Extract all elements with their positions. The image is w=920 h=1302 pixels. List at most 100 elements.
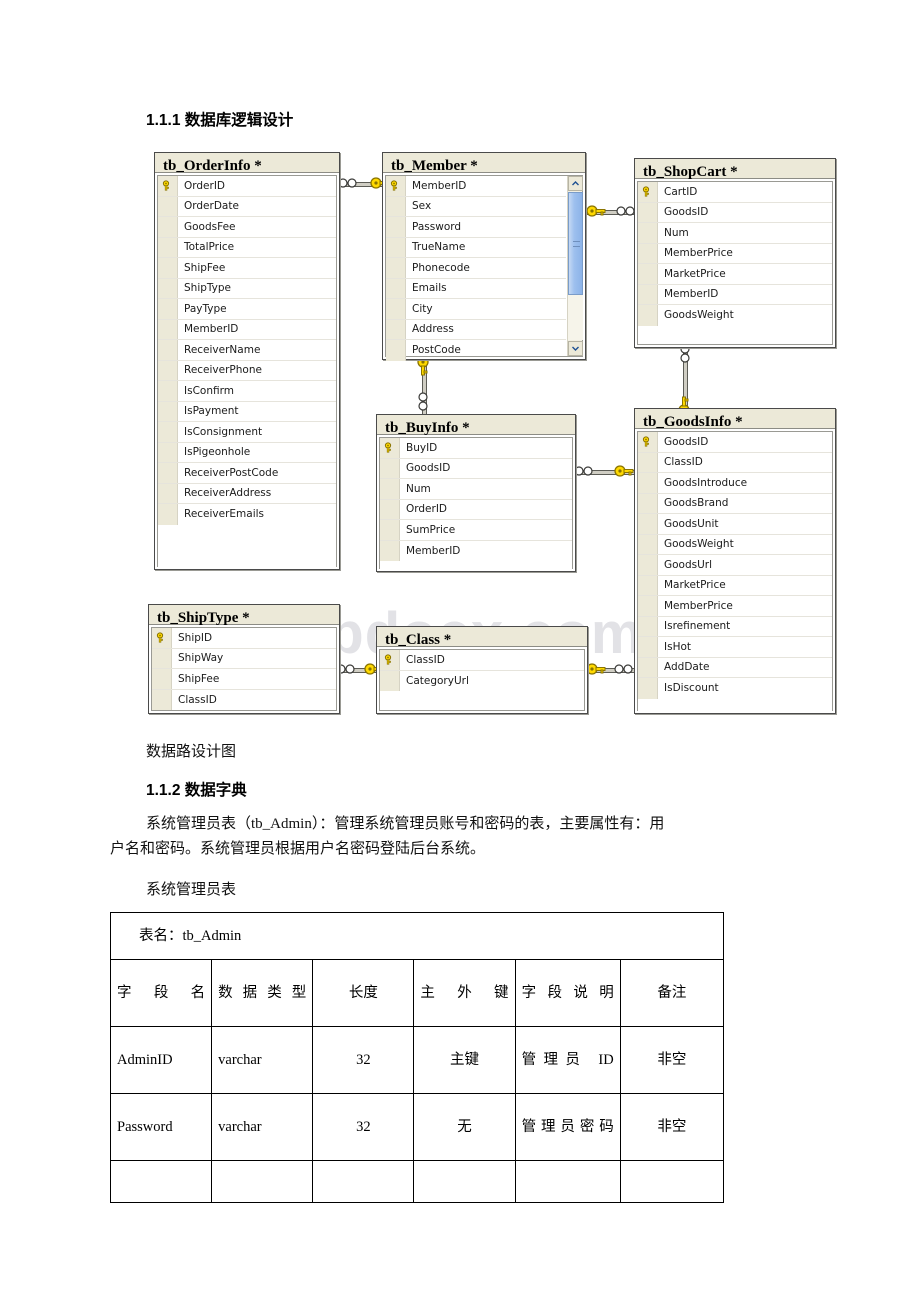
er-field-row[interactable]: ShipWay	[152, 648, 336, 669]
er-table-tb_Member[interactable]: tb_Member * MemberID Sex Password TrueNa…	[382, 152, 586, 361]
cardinality-many-buyinfo-goodsinfo	[574, 464, 596, 483]
er-field-row[interactable]: OrderDate	[158, 196, 336, 217]
er-field-row[interactable]: SumPrice	[380, 520, 572, 541]
er-field-row[interactable]: GoodsFee	[158, 217, 336, 238]
column-header-data-type: 数据类型	[211, 959, 314, 1027]
er-field-row[interactable]: GoodsWeight	[638, 305, 832, 326]
er-field-row[interactable]: GoodsBrand	[638, 493, 832, 514]
er-field-row[interactable]: MemberID	[380, 540, 572, 561]
er-field-row[interactable]: GoodsID	[638, 432, 832, 453]
er-field-row[interactable]: ReceiverAddress	[158, 483, 336, 504]
er-field-row[interactable]: ClassID	[380, 650, 584, 671]
pk-cell	[158, 504, 178, 525]
er-field-row[interactable]: OrderID	[158, 176, 336, 197]
er-table-tb_OrderInfo[interactable]: tb_OrderInfo * OrderID OrderDate GoodsFe…	[154, 152, 340, 570]
er-field-row[interactable]: MarketPrice	[638, 575, 832, 596]
er-field-row[interactable]: Address	[386, 319, 566, 340]
er-field-row[interactable]: ShipType	[158, 278, 336, 299]
primary-key-icon	[642, 186, 650, 197]
er-field-row[interactable]: GoodsID	[380, 458, 572, 479]
cell-remark: 非空	[619, 1093, 725, 1161]
er-field-row[interactable]: OrderID	[380, 499, 572, 520]
primary-key-icon	[156, 632, 164, 643]
cell-field-name	[109, 1160, 213, 1203]
er-field-row[interactable]: MemberPrice	[638, 243, 832, 264]
primary-key-icon	[384, 654, 392, 665]
er-table-title: tb_OrderInfo *	[155, 153, 339, 174]
er-table-tb_ShipType[interactable]: tb_ShipType * ShipID ShipWay ShipFee Cla…	[148, 604, 340, 714]
er-field-row[interactable]: ShipFee	[152, 669, 336, 690]
er-field-row[interactable]: GoodsUnit	[638, 514, 832, 535]
er-field-row[interactable]: Password	[386, 217, 566, 238]
er-field-row[interactable]: ClassID	[152, 689, 336, 710]
er-field-name: OrderID	[406, 503, 448, 516]
er-field-name: MemberPrice	[664, 247, 733, 260]
er-field-row[interactable]: BuyID	[380, 438, 572, 459]
er-table-tb_GoodsInfo[interactable]: tb_GoodsInfo * GoodsID ClassID GoodsIntr…	[634, 408, 836, 714]
er-field-row[interactable]: Phonecode	[386, 258, 566, 279]
cell-key: 主键	[413, 1026, 516, 1094]
er-field-row[interactable]: ClassID	[638, 452, 832, 473]
er-field-row[interactable]: IsPigeonhole	[158, 442, 336, 463]
pk-cell	[638, 534, 658, 554]
er-field-name: ReceiverEmails	[184, 508, 265, 521]
er-field-row[interactable]: MemberID	[638, 284, 832, 305]
er-field-row[interactable]: IsConfirm	[158, 381, 336, 402]
er-field-name: MemberPrice	[664, 599, 733, 612]
er-field-row[interactable]: MarketPrice	[638, 264, 832, 285]
pk-cell	[638, 596, 658, 616]
er-field-row[interactable]: Emails	[386, 278, 566, 299]
pk-cell	[638, 432, 658, 452]
er-field-row[interactable]: CategoryUrl	[380, 670, 584, 691]
er-field-row[interactable]: ShipID	[152, 628, 336, 649]
er-field-row[interactable]: PostCode	[386, 340, 566, 361]
er-field-row[interactable]: MemberID	[386, 176, 566, 197]
scroll-down-button[interactable]	[568, 341, 583, 356]
er-field-row[interactable]: Num	[380, 479, 572, 500]
vertical-scrollbar[interactable]	[567, 176, 583, 356]
er-field-row[interactable]: IsHot	[638, 637, 832, 658]
er-field-row[interactable]: IsPayment	[158, 401, 336, 422]
er-field-row[interactable]: ReceiverPhone	[158, 360, 336, 381]
pk-cell	[386, 340, 406, 361]
er-table-tb_BuyInfo[interactable]: tb_BuyInfo * BuyID GoodsID Num OrderID S…	[376, 414, 576, 572]
er-field-row[interactable]: Sex	[386, 196, 566, 217]
er-field-row[interactable]: MemberPrice	[638, 596, 832, 617]
er-field-row[interactable]: MemberID	[158, 319, 336, 340]
scrollbar-thumb[interactable]	[568, 192, 583, 295]
er-field-row[interactable]: CartID	[638, 182, 832, 203]
er-field-row[interactable]: ReceiverPostCode	[158, 463, 336, 484]
er-field-row[interactable]: PayType	[158, 299, 336, 320]
pk-cell	[158, 463, 178, 483]
er-field-row[interactable]: TotalPrice	[158, 237, 336, 258]
er-field-row[interactable]: GoodsWeight	[638, 534, 832, 555]
er-field-name: GoodsID	[664, 206, 709, 219]
pk-cell	[158, 319, 178, 339]
er-field-name: MemberID	[184, 323, 239, 336]
er-field-row[interactable]: IsConsignment	[158, 422, 336, 443]
er-field-row[interactable]: GoodsIntroduce	[638, 473, 832, 494]
er-table-filler	[380, 691, 584, 709]
cardinality-one-key-goodsinfo	[614, 463, 634, 484]
er-field-row[interactable]: GoodsUrl	[638, 555, 832, 576]
er-field-row[interactable]: AddDate	[638, 657, 832, 678]
scrollbar-track[interactable]	[568, 295, 583, 340]
er-field-row[interactable]: IsDiscount	[638, 678, 832, 699]
er-table-filler	[638, 325, 832, 344]
er-field-row[interactable]: GoodsID	[638, 202, 832, 223]
er-table-tb_Class[interactable]: tb_Class * ClassID CategoryUrl	[376, 626, 588, 714]
er-field-row[interactable]: TrueName	[386, 237, 566, 258]
er-field-row[interactable]: City	[386, 299, 566, 320]
er-field-row[interactable]: ShipFee	[158, 258, 336, 279]
er-field-row[interactable]: Isrefinement	[638, 616, 832, 637]
column-header-remark: 备注	[619, 959, 725, 1027]
scroll-up-button[interactable]	[568, 176, 583, 191]
er-table-tb_ShopCart[interactable]: tb_ShopCart * CartID GoodsID Num MemberP…	[634, 158, 836, 348]
er-field-row[interactable]: ReceiverEmails	[158, 504, 336, 525]
er-field-row[interactable]: ReceiverName	[158, 340, 336, 361]
cell-remark	[619, 1160, 725, 1203]
er-field-row[interactable]: Num	[638, 223, 832, 244]
table-caption: 系统管理员表	[146, 882, 237, 898]
pk-cell	[386, 278, 406, 298]
pk-cell	[386, 237, 406, 257]
